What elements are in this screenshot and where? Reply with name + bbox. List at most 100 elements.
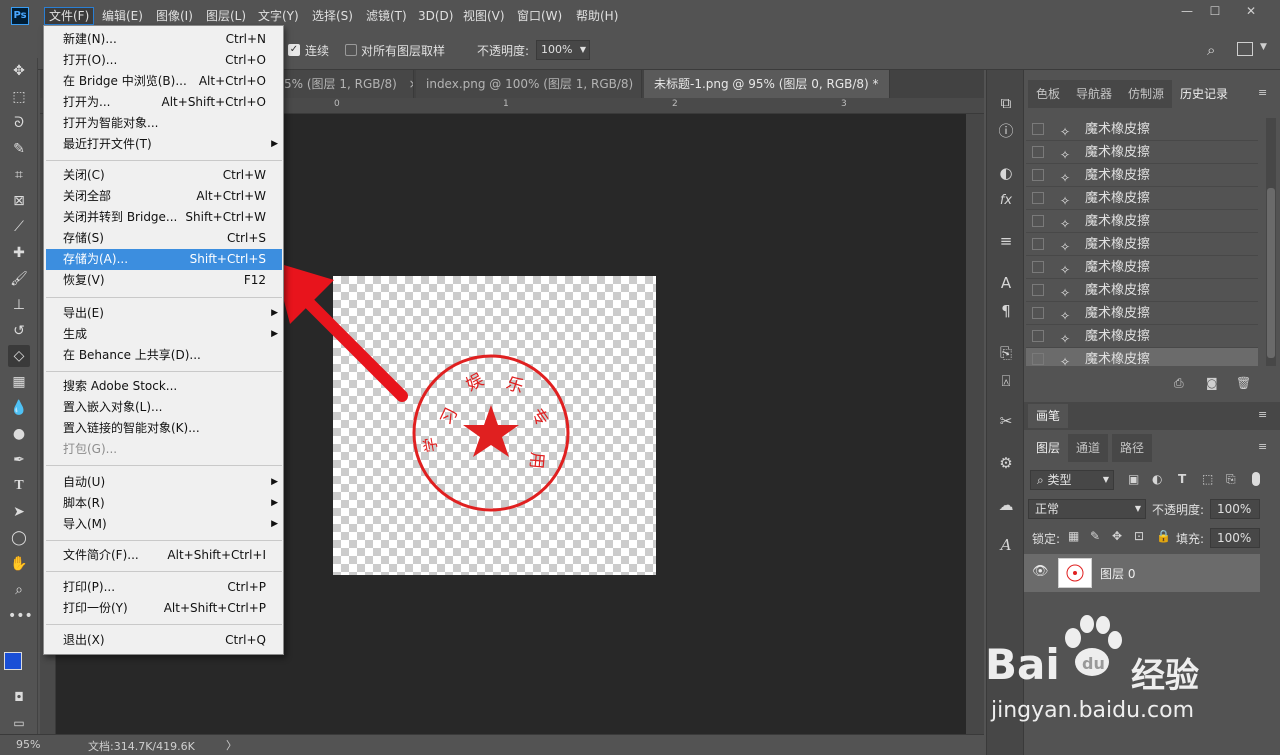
menu-item-save-as[interactable]: 存储为(A)... Shift+Ctrl+S: [46, 249, 282, 270]
menu-type[interactable]: 文字(Y): [254, 7, 303, 25]
tools-preset-icon[interactable]: ✂: [995, 410, 1017, 432]
history-checkbox[interactable]: [1032, 215, 1044, 227]
menu-item-close[interactable]: 关闭(C) Ctrl+W: [46, 165, 282, 186]
zoom-tool-icon[interactable]: ⌕: [8, 579, 30, 601]
filter-shape-icon[interactable]: ⬚: [1202, 472, 1213, 486]
brush-tool-icon[interactable]: 🖌: [8, 268, 30, 290]
menu-item-generate[interactable]: 生成 ▶: [46, 324, 282, 345]
3d-icon[interactable]: ⧉: [995, 92, 1017, 114]
history-checkbox[interactable]: [1032, 169, 1044, 181]
lock-transparency-icon[interactable]: ▦: [1068, 529, 1079, 543]
history-item[interactable]: ✧ 魔术橡皮擦: [1026, 187, 1258, 210]
menu-item-search-stock[interactable]: 搜索 Adobe Stock...: [46, 376, 282, 397]
history-item-current[interactable]: ✧ 魔术橡皮擦: [1026, 348, 1258, 366]
tab-layers[interactable]: 图层: [1028, 434, 1069, 462]
history-scrollbar[interactable]: [1266, 118, 1276, 366]
character-styles-icon[interactable]: A: [995, 534, 1017, 556]
screen-mode-icon[interactable]: ▭: [8, 712, 30, 734]
clone-stamp-tool-icon[interactable]: ⊥: [8, 294, 30, 316]
history-checkbox[interactable]: [1032, 284, 1044, 296]
menu-item-scripts[interactable]: 脚本(R) ▶: [46, 493, 282, 514]
menu-edit[interactable]: 编辑(E): [98, 7, 147, 25]
panel-menu-icon[interactable]: ≡: [1258, 408, 1267, 421]
opacity-input[interactable]: 100% ▼: [536, 40, 590, 60]
menu-window[interactable]: 窗口(W): [513, 7, 566, 25]
fill-input[interactable]: 100%: [1210, 528, 1260, 548]
history-brush-tool-icon[interactable]: ↺: [8, 320, 30, 342]
new-snapshot-icon[interactable]: ◙: [1206, 376, 1218, 390]
close-icon[interactable]: ×: [409, 77, 413, 91]
menu-layer[interactable]: 图层(L): [202, 7, 250, 25]
adjustments-icon[interactable]: ◐: [995, 162, 1017, 184]
brush-settings-icon[interactable]: ≡: [995, 230, 1017, 252]
blur-tool-icon[interactable]: 💧: [8, 397, 30, 419]
layer-name[interactable]: 图层 0: [1100, 565, 1135, 582]
minimize-icon[interactable]: —: [1176, 2, 1198, 20]
menu-item-new[interactable]: 新建(N)... Ctrl+N: [46, 29, 282, 50]
pen-tool-icon[interactable]: ✒: [8, 449, 30, 471]
more-tools-icon[interactable]: •••: [8, 605, 33, 627]
history-checkbox[interactable]: [1032, 261, 1044, 273]
menu-item-browse-bridge[interactable]: 在 Bridge 中浏览(B)... Alt+Ctrl+O: [46, 71, 282, 92]
history-checkbox[interactable]: [1032, 238, 1044, 250]
history-checkbox[interactable]: [1032, 307, 1044, 319]
tab-swatches[interactable]: 色板: [1028, 80, 1069, 108]
menu-item-print-one-copy[interactable]: 打印一份(Y) Alt+Shift+Ctrl+P: [46, 598, 282, 619]
properties-icon[interactable]: ⚙: [995, 452, 1017, 474]
filter-pixel-icon[interactable]: ▣: [1128, 472, 1139, 486]
lock-all-icon[interactable]: 🔒: [1156, 529, 1171, 543]
layer-filter-select[interactable]: ⌕ 类型 ▼: [1030, 470, 1114, 490]
new-document-from-state-icon[interactable]: ⎙: [1174, 376, 1184, 391]
layer-opacity-input[interactable]: 100%: [1210, 499, 1260, 519]
history-item[interactable]: ✧ 魔术橡皮擦: [1026, 325, 1258, 348]
glyphs-icon[interactable]: ⍓: [995, 370, 1017, 392]
lock-position-icon[interactable]: ✥: [1112, 529, 1122, 543]
chevron-right-icon[interactable]: 〉: [226, 737, 237, 753]
menu-select[interactable]: 选择(S): [308, 7, 357, 25]
tab-channels[interactable]: 通道: [1068, 434, 1109, 462]
vertical-scrollbar[interactable]: [966, 114, 984, 734]
eyedropper-tool-icon[interactable]: ⟋: [8, 216, 30, 238]
menu-item-print[interactable]: 打印(P)... Ctrl+P: [46, 577, 282, 598]
paragraph-icon[interactable]: ¶: [995, 300, 1017, 322]
sample-all-checkbox[interactable]: [345, 44, 357, 56]
doc-tab-active[interactable]: 未标题-1.png @ 95% (图层 0, RGB/8) * ×: [644, 70, 890, 98]
gradient-tool-icon[interactable]: ▦: [8, 371, 30, 393]
menu-item-revert[interactable]: 恢复(V) F12: [46, 270, 282, 291]
marquee-tool-icon[interactable]: ⬚: [8, 86, 30, 108]
quick-select-tool-icon[interactable]: ✎: [8, 138, 30, 160]
character-icon[interactable]: A: [995, 272, 1017, 294]
menu-filter[interactable]: 滤镜(T): [362, 7, 411, 25]
quick-mask-icon[interactable]: ◘: [8, 686, 30, 708]
history-checkbox[interactable]: [1032, 192, 1044, 204]
menu-item-recent-files[interactable]: 最近打开文件(T) ▶: [46, 134, 282, 155]
eye-icon[interactable]: 👁: [1032, 564, 1049, 579]
filter-smart-object-icon[interactable]: ⎘: [1226, 472, 1236, 487]
lock-image-icon[interactable]: ✎: [1090, 529, 1100, 543]
workspace-chevron-icon[interactable]: ▼: [1260, 42, 1267, 52]
history-item[interactable]: ✧ 魔术橡皮擦: [1026, 279, 1258, 302]
search-icon[interactable]: ⌕: [1207, 41, 1225, 59]
blend-mode-select[interactable]: 正常 ▼: [1028, 499, 1146, 519]
menu-item-automate[interactable]: 自动(U) ▶: [46, 472, 282, 493]
frame-tool-icon[interactable]: ⊠: [8, 190, 30, 212]
menu-item-file-info[interactable]: 文件简介(F)... Alt+Shift+Ctrl+I: [46, 545, 282, 566]
foreground-color-swatch[interactable]: [4, 652, 22, 670]
lock-artboard-icon[interactable]: ⊡: [1134, 529, 1144, 543]
history-checkbox[interactable]: [1032, 123, 1044, 135]
menu-item-share-behance[interactable]: 在 Behance 上共享(D)...: [46, 345, 282, 366]
styles-icon[interactable]: fx: [995, 190, 1017, 212]
menu-3d[interactable]: 3D(D): [414, 7, 457, 25]
history-checkbox[interactable]: [1032, 353, 1044, 365]
history-item[interactable]: ✧ 魔术橡皮擦: [1026, 210, 1258, 233]
history-item[interactable]: ✧ 魔术橡皮擦: [1026, 164, 1258, 187]
filter-toggle-icon[interactable]: [1252, 472, 1260, 486]
contiguous-checkbox[interactable]: ✓: [288, 44, 300, 56]
menu-view[interactable]: 视图(V): [459, 7, 509, 25]
tab-history[interactable]: 历史记录: [1172, 80, 1237, 108]
menu-file[interactable]: 文件(F): [44, 7, 95, 25]
history-item[interactable]: ✧ 魔术橡皮擦: [1026, 118, 1258, 141]
close-window-icon[interactable]: ✕: [1240, 2, 1262, 20]
move-tool-icon[interactable]: ✥: [8, 60, 30, 82]
history-item[interactable]: ✧ 魔术橡皮擦: [1026, 256, 1258, 279]
